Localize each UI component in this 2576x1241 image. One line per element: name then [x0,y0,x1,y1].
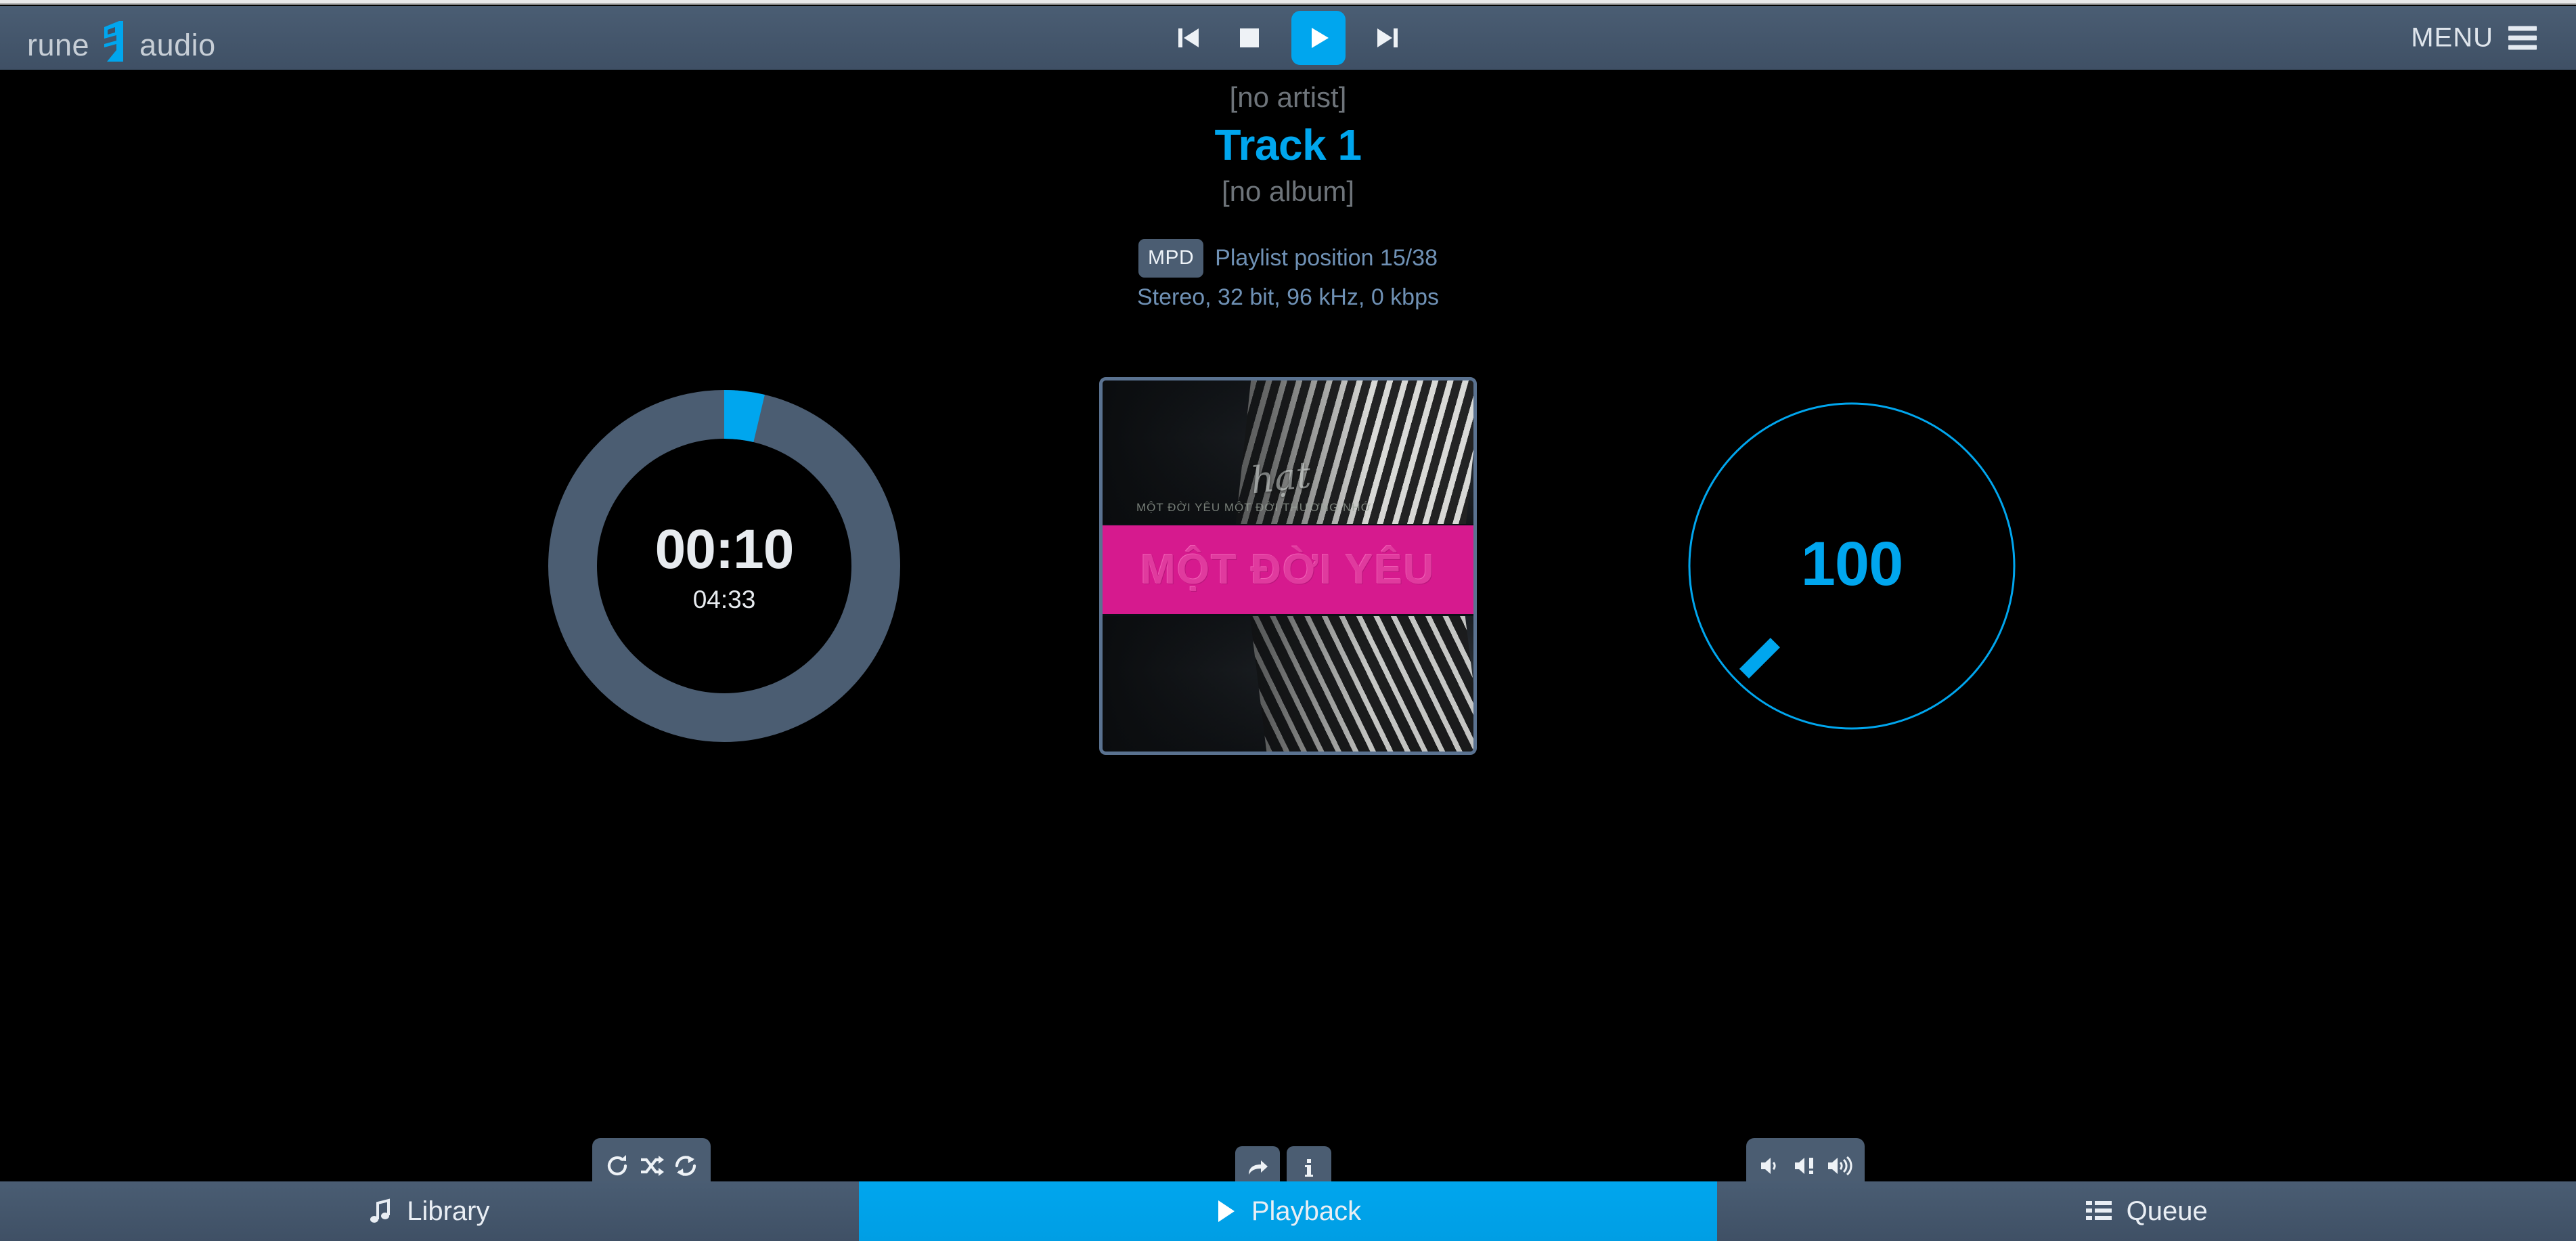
album-art-top: hạt MỘT ĐỜI YÊU MỘT ĐỜI THƯƠNG NHỚ [1103,380,1473,524]
track-info: [no artist] Track 1 [no album] MPD Playl… [0,80,2576,311]
audio-format-row: Stereo, 32 bit, 96 kHz, 0 kbps [0,284,2576,311]
volume-mute-icon [1792,1152,1819,1181]
volume-value: 100 [1800,529,1903,598]
logo-text-rune: rune [27,27,90,62]
menu-button[interactable]: MENU [2411,23,2537,53]
play-button[interactable] [1291,11,1346,65]
nav-label-queue: Queue [2126,1196,2208,1226]
hamburger-icon [2508,26,2537,50]
album-art-title-band: MỘT ĐỜI YÊU [1103,525,1473,614]
nav-tab-library[interactable]: Library [0,1181,859,1241]
album-art-script-text: hạt [1249,453,1313,502]
player-stage: 00:10 04:33 hạt MỘT ĐỜI YÊU MỘT ĐỜI THƯƠ… [0,374,2576,1195]
playlist-position-text: Playlist position 15/38 [1215,245,1438,271]
next-track-button[interactable] [1369,19,1406,57]
volume-knob-wrap: 100 [1496,374,2207,757]
shuffle-icon [638,1152,665,1181]
play-icon [1303,22,1334,53]
nav-tab-playback[interactable]: Playback [858,1181,1718,1241]
album-art-fade-lower [1103,615,1473,752]
nav-tab-queue[interactable]: Queue [1717,1181,2576,1241]
list-icon [2085,1200,2112,1223]
stop-icon [1236,24,1263,51]
nav-label-library: Library [407,1196,490,1226]
play-icon [1215,1198,1237,1224]
volume-knob[interactable]: 100 [1683,397,2021,735]
volume-down-icon [1758,1152,1785,1181]
share-icon [1246,1156,1269,1181]
top-bar: rune audio MENU [0,6,2576,70]
progress-readout: 00:10 04:33 [548,390,900,742]
playlist-position-row: MPD Playlist position 15/38 [0,239,2576,278]
stop-button[interactable] [1230,19,1268,57]
music-note-icon [369,1198,392,1225]
album-art-subtext: MỘT ĐỜI YÊU MỘT ĐỜI THƯƠNG NHỚ [1136,500,1372,514]
track-meta: MPD Playlist position 15/38 Stereo, 32 b… [0,239,2576,311]
nav-label-playback: Playback [1251,1196,1362,1226]
track-artist: [no artist] [1229,81,1347,113]
repeat-icon [672,1152,699,1181]
album-art-bottom [1103,615,1473,752]
track-album: [no album] [1221,175,1355,207]
volume-readout: 100 [1683,397,2021,735]
next-icon [1372,22,1403,53]
previous-track-button[interactable] [1170,19,1207,57]
browser-chrome-strip [0,0,2576,5]
audio-format-text: Stereo, 32 bit, 96 kHz, 0 kbps [1136,284,1440,311]
repeat-single-icon [604,1152,631,1181]
track-title: Track 1 [1214,120,1362,169]
progress-knob[interactable]: 00:10 04:33 [548,389,900,742]
app-logo[interactable]: rune audio [27,14,216,63]
volume-up-icon [1826,1152,1853,1181]
album-art[interactable]: hạt MỘT ĐỜI YÊU MỘT ĐỜI THƯƠNG NHỚ MỘT Đ… [1099,376,1477,755]
logo-text-audio: audio [139,27,216,62]
total-duration: 04:33 [692,585,756,613]
rune-glyph-icon [99,20,130,62]
elapsed-time: 00:10 [654,518,795,580]
menu-label: MENU [2411,22,2493,53]
previous-icon [1173,22,1204,53]
status-badge-mpd: MPD [1138,239,1204,278]
volume-column: 100 [1496,374,2207,757]
album-art-band-text: MỘT ĐỜI YÊU [1140,546,1436,593]
transport-controls [1170,11,1406,65]
bottom-nav: Library Playback Queue [0,1181,2576,1241]
info-icon [1297,1156,1320,1181]
